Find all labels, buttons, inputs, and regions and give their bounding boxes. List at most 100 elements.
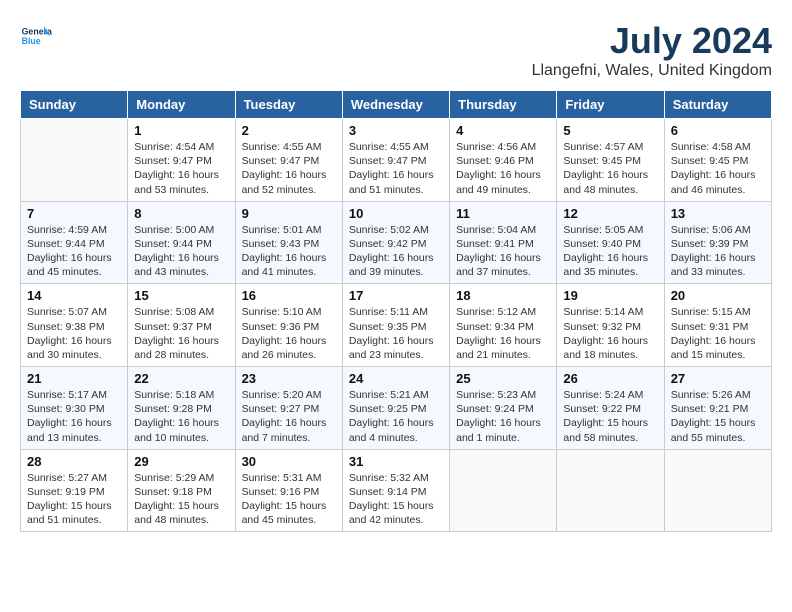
day-info: Sunrise: 5:11 AMSunset: 9:35 PMDaylight:… [349, 305, 443, 362]
day-info: Sunrise: 5:21 AMSunset: 9:25 PMDaylight:… [349, 388, 443, 445]
day-info: Sunrise: 5:07 AMSunset: 9:38 PMDaylight:… [27, 305, 121, 362]
day-info: Sunrise: 4:58 AMSunset: 9:45 PMDaylight:… [671, 140, 765, 197]
day-number: 17 [349, 288, 443, 303]
calendar-cell: 12 Sunrise: 5:05 AMSunset: 9:40 PMDayligh… [557, 201, 664, 284]
col-header-monday: Monday [128, 91, 235, 119]
logo: General Blue [20, 20, 52, 52]
calendar-cell: 28 Sunrise: 5:27 AMSunset: 9:19 PMDayligh… [21, 449, 128, 532]
calendar-cell: 13Sunrise: 5:06 AMSunset: 9:39 PMDayligh… [664, 201, 771, 284]
day-info: Sunrise: 5:08 AMSunset: 9:37 PMDaylight:… [134, 305, 228, 362]
col-header-saturday: Saturday [664, 91, 771, 119]
day-info: Sunrise: 5:24 AMSunset: 9:22 PMDaylight:… [563, 388, 657, 445]
day-info: Sunrise: 4:55 AMSunset: 9:47 PMDaylight:… [242, 140, 336, 197]
week-row-3: 14 Sunrise: 5:07 AMSunset: 9:38 PMDayligh… [21, 284, 772, 367]
calendar-cell: 29 Sunrise: 5:29 AMSunset: 9:18 PMDayligh… [128, 449, 235, 532]
calendar-cell: 24 Sunrise: 5:21 AMSunset: 9:25 PMDayligh… [342, 367, 449, 450]
day-number: 9 [242, 206, 336, 221]
col-header-thursday: Thursday [450, 91, 557, 119]
header: General Blue July 2024 Llangefni, Wales,… [20, 20, 772, 80]
day-number: 24 [349, 371, 443, 386]
calendar-cell: 22 Sunrise: 5:18 AMSunset: 9:28 PMDayligh… [128, 367, 235, 450]
day-info: Sunrise: 5:04 AMSunset: 9:41 PMDaylight:… [456, 223, 550, 280]
calendar-cell: 19Sunrise: 5:14 AMSunset: 9:32 PMDayligh… [557, 284, 664, 367]
svg-text:Blue: Blue [22, 36, 41, 46]
day-number: 14 [27, 288, 121, 303]
calendar-cell: 21Sunrise: 5:17 AMSunset: 9:30 PMDayligh… [21, 367, 128, 450]
day-number: 28 [27, 454, 121, 469]
main-title: July 2024 [532, 20, 772, 62]
day-info: Sunrise: 5:14 AMSunset: 9:32 PMDaylight:… [563, 305, 657, 362]
svg-text:General: General [22, 26, 52, 36]
calendar-cell: 8 Sunrise: 5:00 AMSunset: 9:44 PMDaylight… [128, 201, 235, 284]
day-number: 2 [242, 123, 336, 138]
calendar-cell: 26 Sunrise: 5:24 AMSunset: 9:22 PMDayligh… [557, 367, 664, 450]
day-number: 10 [349, 206, 443, 221]
calendar-cell: 10Sunrise: 5:02 AMSunset: 9:42 PMDayligh… [342, 201, 449, 284]
day-number: 12 [563, 206, 657, 221]
calendar-cell: 9 Sunrise: 5:01 AMSunset: 9:43 PMDaylight… [235, 201, 342, 284]
day-number: 6 [671, 123, 765, 138]
week-row-4: 21Sunrise: 5:17 AMSunset: 9:30 PMDayligh… [21, 367, 772, 450]
day-number: 5 [563, 123, 657, 138]
calendar-cell: 15 Sunrise: 5:08 AMSunset: 9:37 PMDayligh… [128, 284, 235, 367]
calendar-cell: 7 Sunrise: 4:59 AMSunset: 9:44 PMDaylight… [21, 201, 128, 284]
day-info: Sunrise: 5:32 AMSunset: 9:14 PMDaylight:… [349, 471, 443, 528]
day-info: Sunrise: 5:10 AMSunset: 9:36 PMDaylight:… [242, 305, 336, 362]
day-info: Sunrise: 5:31 AMSunset: 9:16 PMDaylight:… [242, 471, 336, 528]
calendar-cell [557, 449, 664, 532]
day-number: 29 [134, 454, 228, 469]
calendar-cell: 16 Sunrise: 5:10 AMSunset: 9:36 PMDayligh… [235, 284, 342, 367]
col-header-sunday: Sunday [21, 91, 128, 119]
day-info: Sunrise: 5:27 AMSunset: 9:19 PMDaylight:… [27, 471, 121, 528]
day-number: 11 [456, 206, 550, 221]
day-number: 15 [134, 288, 228, 303]
week-row-5: 28 Sunrise: 5:27 AMSunset: 9:19 PMDayligh… [21, 449, 772, 532]
day-number: 18 [456, 288, 550, 303]
subtitle: Llangefni, Wales, United Kingdom [532, 62, 772, 80]
day-number: 7 [27, 206, 121, 221]
day-info: Sunrise: 4:56 AMSunset: 9:46 PMDaylight:… [456, 140, 550, 197]
calendar-cell: 1Sunrise: 4:54 AMSunset: 9:47 PMDaylight… [128, 119, 235, 202]
col-header-friday: Friday [557, 91, 664, 119]
calendar-cell: 30 Sunrise: 5:31 AMSunset: 9:16 PMDayligh… [235, 449, 342, 532]
day-info: Sunrise: 5:23 AMSunset: 9:24 PMDaylight:… [456, 388, 550, 445]
day-number: 21 [27, 371, 121, 386]
calendar-cell: 3 Sunrise: 4:55 AMSunset: 9:47 PMDaylight… [342, 119, 449, 202]
day-number: 26 [563, 371, 657, 386]
day-info: Sunrise: 5:00 AMSunset: 9:44 PMDaylight:… [134, 223, 228, 280]
calendar-cell: 6 Sunrise: 4:58 AMSunset: 9:45 PMDaylight… [664, 119, 771, 202]
day-info: Sunrise: 5:15 AMSunset: 9:31 PMDaylight:… [671, 305, 765, 362]
day-info: Sunrise: 4:55 AMSunset: 9:47 PMDaylight:… [349, 140, 443, 197]
day-number: 22 [134, 371, 228, 386]
day-info: Sunrise: 5:12 AMSunset: 9:34 PMDaylight:… [456, 305, 550, 362]
calendar-cell: 17 Sunrise: 5:11 AMSunset: 9:35 PMDayligh… [342, 284, 449, 367]
calendar-cell [21, 119, 128, 202]
day-number: 13 [671, 206, 765, 221]
calendar-cell [450, 449, 557, 532]
calendar-cell: 27Sunrise: 5:26 AMSunset: 9:21 PMDayligh… [664, 367, 771, 450]
calendar-cell: 18 Sunrise: 5:12 AMSunset: 9:34 PMDayligh… [450, 284, 557, 367]
day-number: 8 [134, 206, 228, 221]
calendar-cell: 14 Sunrise: 5:07 AMSunset: 9:38 PMDayligh… [21, 284, 128, 367]
day-number: 4 [456, 123, 550, 138]
calendar-header-row: SundayMondayTuesdayWednesdayThursdayFrid… [21, 91, 772, 119]
day-info: Sunrise: 4:59 AMSunset: 9:44 PMDaylight:… [27, 223, 121, 280]
day-info: Sunrise: 5:20 AMSunset: 9:27 PMDaylight:… [242, 388, 336, 445]
day-number: 3 [349, 123, 443, 138]
day-info: Sunrise: 4:54 AMSunset: 9:47 PMDaylight:… [134, 140, 228, 197]
logo-icon: General Blue [20, 20, 52, 52]
day-info: Sunrise: 5:01 AMSunset: 9:43 PMDaylight:… [242, 223, 336, 280]
day-info: Sunrise: 5:29 AMSunset: 9:18 PMDaylight:… [134, 471, 228, 528]
calendar-cell: 11 Sunrise: 5:04 AMSunset: 9:41 PMDayligh… [450, 201, 557, 284]
day-number: 30 [242, 454, 336, 469]
calendar-cell: 23Sunrise: 5:20 AMSunset: 9:27 PMDayligh… [235, 367, 342, 450]
col-header-wednesday: Wednesday [342, 91, 449, 119]
day-info: Sunrise: 5:18 AMSunset: 9:28 PMDaylight:… [134, 388, 228, 445]
day-number: 16 [242, 288, 336, 303]
calendar-table: SundayMondayTuesdayWednesdayThursdayFrid… [20, 90, 772, 532]
calendar-cell: 20 Sunrise: 5:15 AMSunset: 9:31 PMDayligh… [664, 284, 771, 367]
day-info: Sunrise: 5:05 AMSunset: 9:40 PMDaylight:… [563, 223, 657, 280]
day-number: 20 [671, 288, 765, 303]
day-number: 25 [456, 371, 550, 386]
week-row-1: 1Sunrise: 4:54 AMSunset: 9:47 PMDaylight… [21, 119, 772, 202]
